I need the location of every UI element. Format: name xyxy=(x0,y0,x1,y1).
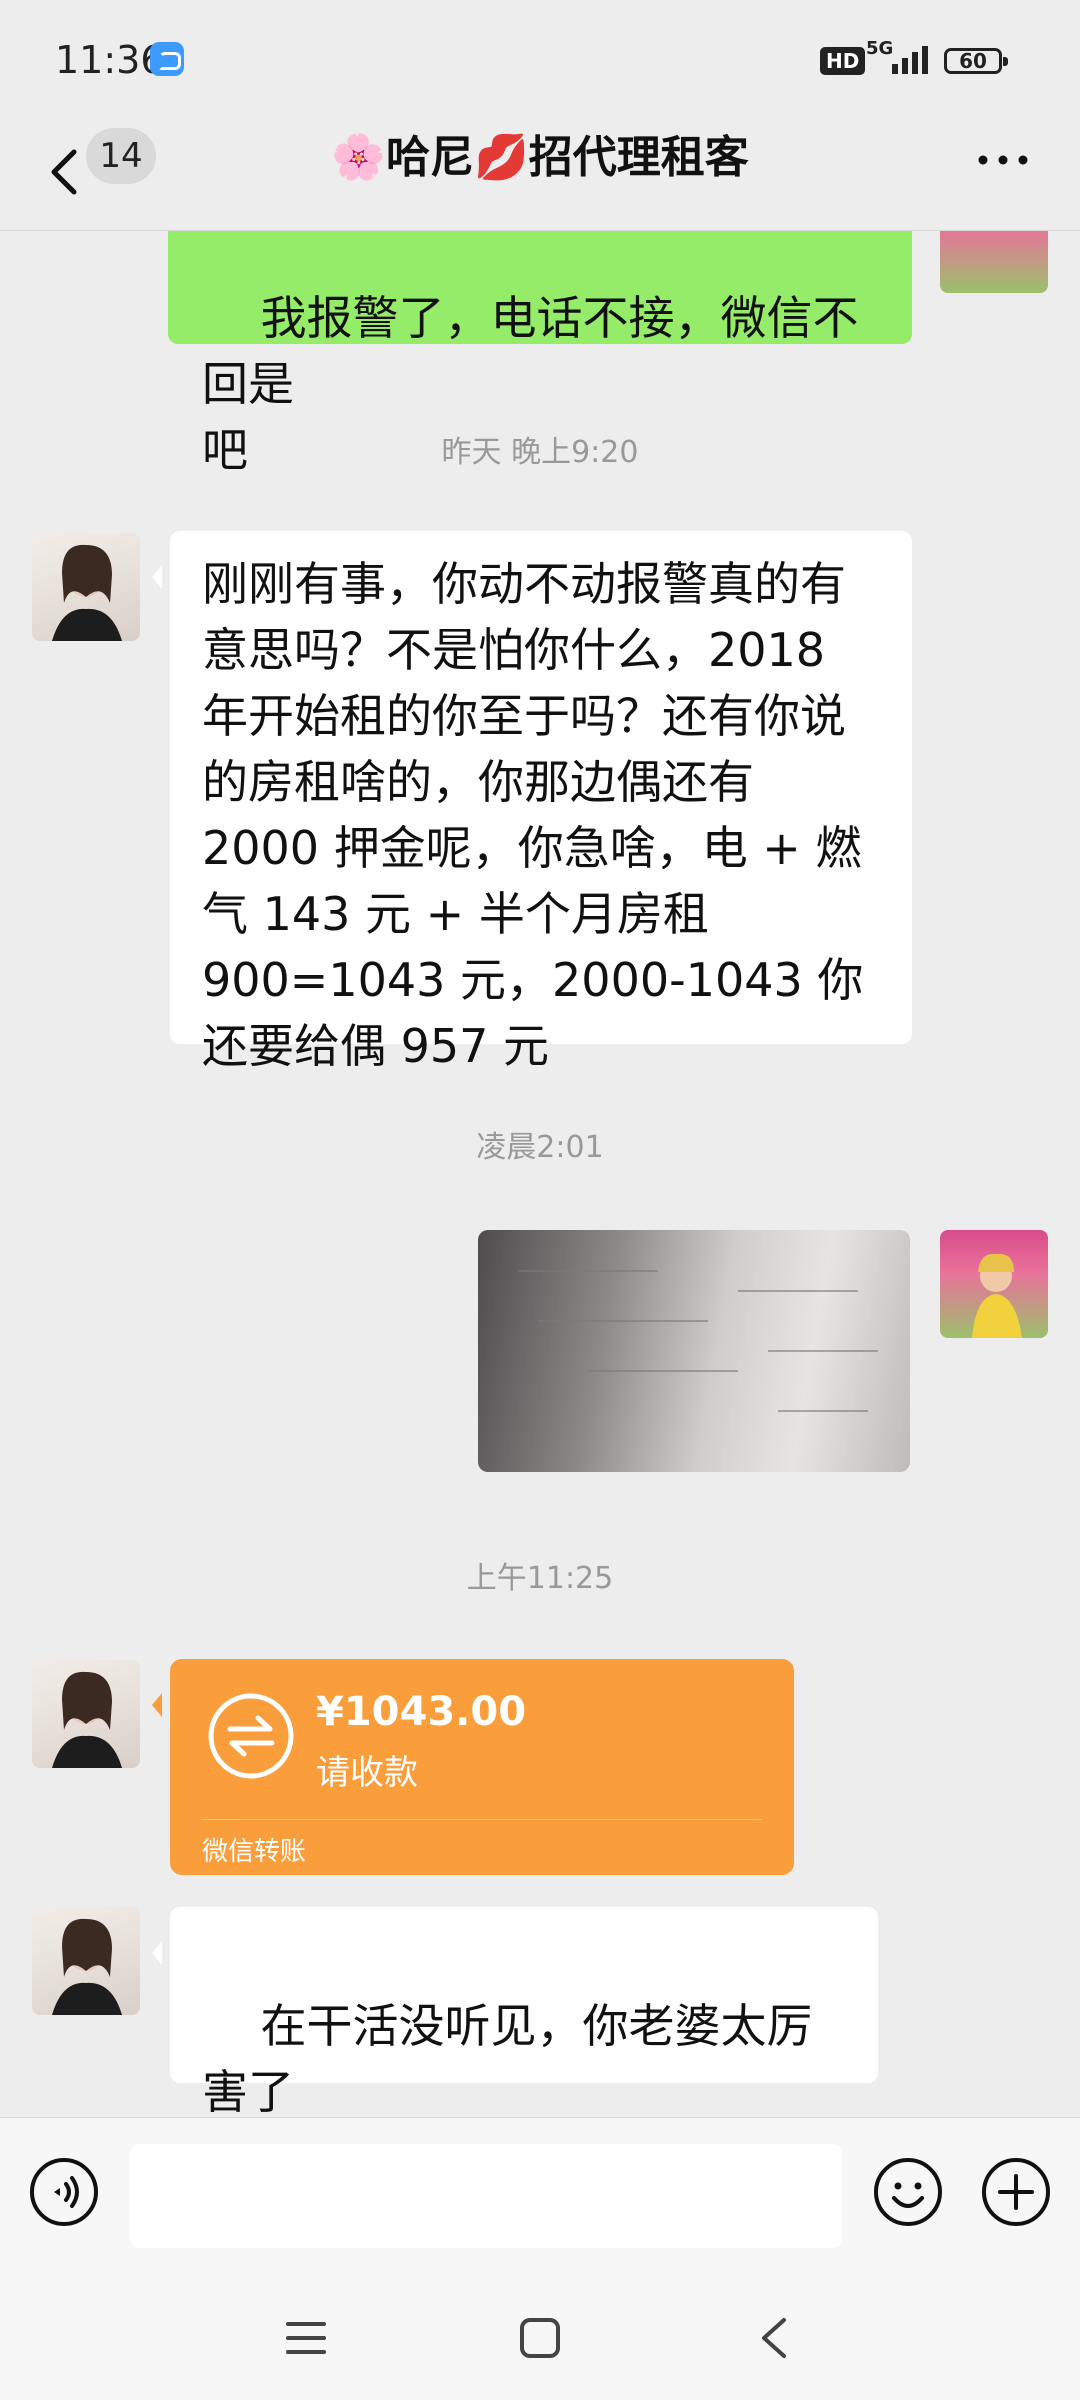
hd-icon: HD xyxy=(820,47,866,75)
photo-texture xyxy=(518,1270,658,1272)
transfer-amount: ¥1043.00 xyxy=(316,1689,527,1735)
battery-icon: 60 xyxy=(944,48,1008,74)
home-icon[interactable] xyxy=(518,2316,562,2360)
transfer-status: 请收款 xyxy=(316,1753,418,1793)
plus-icon[interactable] xyxy=(980,2156,1052,2228)
self-photo xyxy=(972,1253,1022,1338)
photo-message[interactable] xyxy=(478,1230,910,1472)
avatar-contact[interactable] xyxy=(32,533,140,641)
message-input[interactable] xyxy=(130,2144,842,2248)
more-dots-icon[interactable] xyxy=(975,140,1031,180)
app-notification-icon xyxy=(150,42,184,76)
status-bar: 11:36 HD 5G 60 xyxy=(0,0,1080,120)
transfer-icon xyxy=(208,1693,294,1779)
timestamp-separator: 昨天 晚上9:20 xyxy=(441,435,639,470)
photo-texture xyxy=(538,1320,708,1322)
status-time: 11:36 xyxy=(55,38,165,82)
message-bubble-outgoing[interactable]: 我报警了，电话不接，微信不回是 吧 xyxy=(168,231,912,477)
photo-texture xyxy=(738,1290,858,1292)
photo-texture xyxy=(588,1370,738,1372)
timestamp-separator: 凌晨2:01 xyxy=(476,1130,604,1165)
timestamp-separator: 上午11:25 xyxy=(466,1561,614,1596)
avatar-contact[interactable] xyxy=(32,1907,140,2015)
input-bar xyxy=(0,2117,1080,2278)
contact-photo xyxy=(52,544,122,641)
avatar-self[interactable] xyxy=(940,1230,1048,1338)
photo-texture xyxy=(768,1350,878,1352)
avatar-self[interactable] xyxy=(940,231,1048,293)
contact-photo xyxy=(52,1671,122,1768)
signal-icon xyxy=(892,46,928,74)
transfer-request-card[interactable]: ¥1043.00 请收款 微信转账 xyxy=(152,1659,794,1875)
system-navigation-bar xyxy=(0,2278,1080,2400)
transfer-footer-label: 微信转账 xyxy=(202,1837,307,1867)
chat-title: 🌸哈尼💋招代理租客 xyxy=(331,132,749,183)
photo-texture xyxy=(778,1410,868,1412)
message-bubble-incoming[interactable]: 刚刚有事，你动不动报警真的有意思吗？不是怕你什么，2018 年开始租的你至于吗？… xyxy=(152,531,912,1073)
message-text: 在干活没听见，你老婆太厉害了 👍 xyxy=(202,1999,813,2116)
voice-icon[interactable] xyxy=(28,2156,100,2228)
divider xyxy=(202,1819,762,1820)
contact-photo xyxy=(52,1918,122,2015)
emoji-icon[interactable] xyxy=(872,2156,944,2228)
avatar-contact[interactable] xyxy=(32,1660,140,1768)
message-bubble-incoming[interactable]: 在干活没听见，你老婆太厉害了 👍 xyxy=(152,1907,878,2116)
message-text: 刚刚有事，你动不动报警真的有意思吗？不是怕你什么，2018 年开始租的你至于吗？… xyxy=(202,557,864,1073)
back-nav-icon[interactable] xyxy=(754,2314,794,2362)
menu-icon[interactable] xyxy=(284,2318,328,2358)
